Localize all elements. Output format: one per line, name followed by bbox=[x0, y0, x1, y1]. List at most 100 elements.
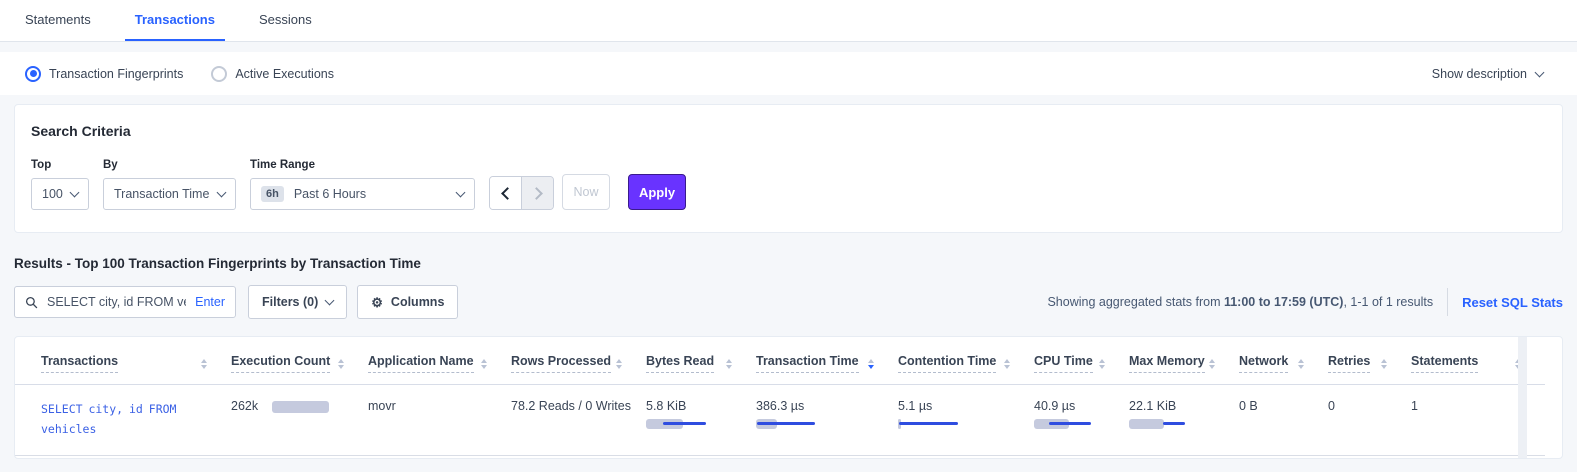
mean-bar bbox=[899, 422, 958, 425]
search-enter-button[interactable]: Enter bbox=[195, 295, 225, 309]
retries-value: 0 bbox=[1328, 399, 1335, 413]
search-criteria-title: Search Criteria bbox=[31, 123, 1546, 139]
sort-icon[interactable] bbox=[1099, 359, 1105, 369]
scrollbar-track[interactable] bbox=[1518, 337, 1527, 458]
time-range-select[interactable]: 6h Past 6 Hours bbox=[250, 178, 475, 210]
results-controls-row: Enter Filters (0) ⚙ Columns Showing aggr… bbox=[14, 285, 1563, 319]
filters-label: Filters (0) bbox=[262, 295, 318, 309]
column-header-network[interactable]: Network bbox=[1239, 337, 1328, 385]
transaction-fingerprint-link[interactable]: SELECT city, id FROM vehicles bbox=[41, 399, 211, 439]
top-tab-bar: Statements Transactions Sessions bbox=[0, 0, 1577, 42]
view-toggle-band: Transaction Fingerprints Active Executio… bbox=[0, 52, 1577, 95]
sort-icon[interactable] bbox=[338, 359, 344, 369]
vertical-divider bbox=[1447, 288, 1448, 316]
execution-count-bar bbox=[272, 401, 329, 413]
max-memory-cell: 22.1 KiB bbox=[1129, 399, 1239, 430]
cpu-time-cell: 40.9 µs bbox=[1034, 399, 1129, 430]
radio-label: Transaction Fingerprints bbox=[49, 67, 183, 81]
cpu-time-value: 40.9 µs bbox=[1034, 399, 1129, 413]
mean-bar bbox=[1163, 422, 1185, 425]
sort-icon[interactable] bbox=[1381, 359, 1387, 369]
column-header-cpu-time[interactable]: CPU Time bbox=[1034, 337, 1129, 385]
show-description-toggle[interactable]: Show description bbox=[1432, 67, 1543, 81]
time-range-field: Time Range 6h Past 6 Hours bbox=[250, 159, 475, 210]
chevron-down-icon bbox=[325, 296, 335, 306]
top-field: Top 100 bbox=[31, 159, 89, 210]
mean-bar bbox=[663, 422, 706, 425]
transaction-time-cell: 386.3 µs bbox=[756, 399, 898, 430]
sort-icon[interactable] bbox=[481, 359, 487, 369]
search-criteria-row: Top 100 By Transaction Time Time Range 6… bbox=[31, 159, 1546, 210]
top-select-value: 100 bbox=[42, 187, 63, 201]
time-range-label: Time Range bbox=[250, 159, 475, 171]
column-header-max-memory[interactable]: Max Memory bbox=[1129, 337, 1239, 385]
chevron-down-icon bbox=[70, 188, 80, 198]
sort-icon[interactable] bbox=[1004, 359, 1010, 369]
radio-selected-icon bbox=[25, 66, 41, 82]
sort-desc-icon[interactable] bbox=[868, 359, 874, 369]
mean-bar bbox=[1049, 422, 1091, 425]
stats-area: Showing aggregated stats from 11:00 to 1… bbox=[1047, 288, 1563, 316]
column-header-rows-processed[interactable]: Rows Processed bbox=[511, 337, 646, 385]
tab-transactions[interactable]: Transactions bbox=[125, 0, 225, 41]
sort-icon[interactable] bbox=[726, 359, 732, 369]
results-table-card: Transactions Execution Count Application… bbox=[14, 336, 1563, 459]
apply-button[interactable]: Apply bbox=[628, 174, 686, 210]
previous-time-window-button[interactable] bbox=[490, 177, 522, 209]
bytes-read-cell: 5.8 KiB bbox=[646, 399, 756, 430]
sort-icon[interactable] bbox=[1298, 359, 1304, 369]
column-header-transaction-time[interactable]: Transaction Time bbox=[756, 337, 898, 385]
network-value: 0 B bbox=[1239, 399, 1258, 413]
execution-count-cell: 262k bbox=[231, 399, 368, 413]
by-field: By Transaction Time bbox=[103, 159, 236, 210]
execution-count-value: 262k bbox=[231, 399, 258, 413]
sort-icon[interactable] bbox=[616, 359, 622, 369]
time-window-nav bbox=[489, 176, 554, 210]
radio-label: Active Executions bbox=[235, 67, 334, 81]
max-memory-value: 22.1 KiB bbox=[1129, 399, 1239, 413]
stddev-bar bbox=[1129, 419, 1164, 429]
reset-sql-stats-link[interactable]: Reset SQL Stats bbox=[1462, 295, 1563, 310]
radio-active-executions[interactable]: Active Executions bbox=[211, 66, 334, 82]
tab-statements[interactable]: Statements bbox=[15, 0, 101, 41]
sort-icon[interactable] bbox=[201, 359, 207, 369]
search-icon bbox=[25, 296, 38, 309]
column-header-bytes-read[interactable]: Bytes Read bbox=[646, 337, 756, 385]
table-row: SELECT city, id FROM vehicles 262k movr … bbox=[15, 385, 1545, 456]
top-label: Top bbox=[31, 159, 89, 171]
by-select-value: Transaction Time bbox=[114, 187, 209, 201]
mean-bar bbox=[757, 422, 815, 425]
column-header-retries[interactable]: Retries bbox=[1328, 337, 1411, 385]
table-header-row: Transactions Execution Count Application… bbox=[15, 337, 1545, 385]
rows-processed-value: 78.2 Reads / 0 Writes bbox=[511, 399, 631, 413]
contention-time-cell: 5.1 µs bbox=[898, 399, 1034, 430]
radio-transaction-fingerprints[interactable]: Transaction Fingerprints bbox=[25, 66, 183, 82]
statements-value: 1 bbox=[1411, 399, 1418, 413]
results-heading: Results - Top 100 Transaction Fingerprin… bbox=[14, 256, 1563, 271]
by-label: By bbox=[103, 159, 236, 171]
by-select[interactable]: Transaction Time bbox=[103, 178, 236, 210]
now-button[interactable]: Now bbox=[562, 174, 610, 210]
aggregated-stats-text: Showing aggregated stats from 11:00 to 1… bbox=[1047, 295, 1433, 309]
chevron-down-icon bbox=[456, 188, 466, 198]
columns-button[interactable]: ⚙ Columns bbox=[357, 285, 458, 319]
gear-icon: ⚙ bbox=[371, 296, 383, 309]
top-select[interactable]: 100 bbox=[31, 178, 89, 210]
bytes-read-value: 5.8 KiB bbox=[646, 399, 756, 413]
radio-unselected-icon bbox=[211, 66, 227, 82]
column-header-execution-count[interactable]: Execution Count bbox=[231, 337, 368, 385]
transactions-table: Transactions Execution Count Application… bbox=[15, 337, 1545, 456]
next-time-window-button[interactable] bbox=[522, 177, 553, 209]
time-range-value: Past 6 Hours bbox=[294, 187, 366, 201]
statement-search-box[interactable]: Enter bbox=[14, 286, 236, 318]
tab-sessions[interactable]: Sessions bbox=[249, 0, 322, 41]
column-header-transactions[interactable]: Transactions bbox=[15, 337, 231, 385]
transaction-time-value: 386.3 µs bbox=[756, 399, 898, 413]
column-header-contention-time[interactable]: Contention Time bbox=[898, 337, 1034, 385]
chevron-down-icon bbox=[217, 188, 227, 198]
filters-button[interactable]: Filters (0) bbox=[248, 285, 347, 319]
search-input[interactable] bbox=[45, 294, 188, 310]
sort-icon[interactable] bbox=[1209, 359, 1215, 369]
column-header-application-name[interactable]: Application Name bbox=[368, 337, 511, 385]
chevron-down-icon bbox=[1535, 67, 1545, 77]
